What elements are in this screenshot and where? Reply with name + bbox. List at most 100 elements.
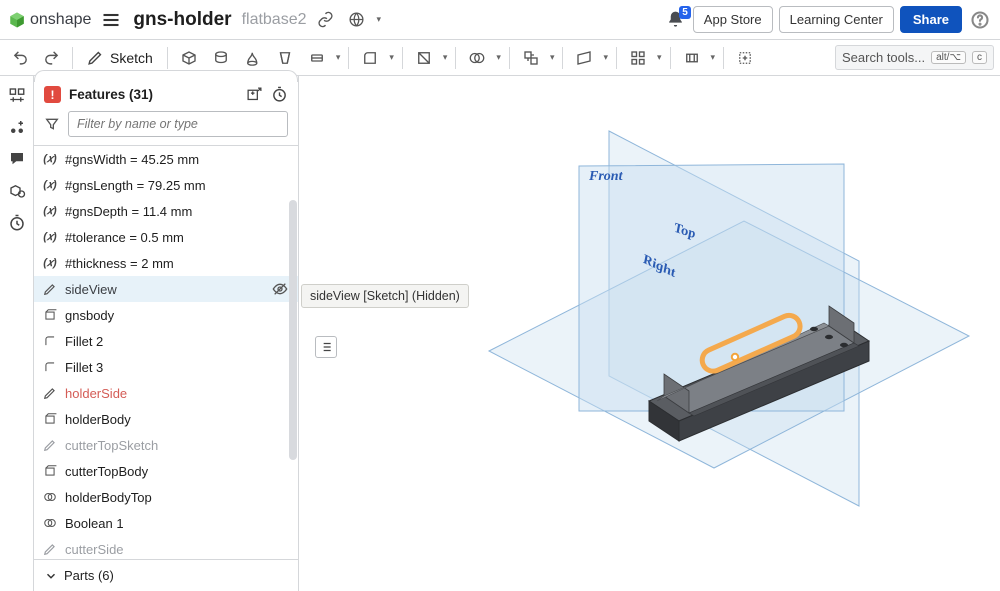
revolve-icon[interactable]: [206, 45, 236, 71]
feature-label: cutterTopBody: [65, 464, 290, 479]
fillet-icon: [42, 334, 58, 348]
feature-row[interactable]: (𝑥)#gnsLength = 79.25 mm: [34, 172, 298, 198]
rail-insert-icon[interactable]: [8, 118, 26, 136]
feature-tooltip: sideView [Sketch] (Hidden): [301, 284, 469, 308]
extrude-icon: [42, 308, 58, 322]
variable-icon: (𝑥): [42, 205, 58, 218]
fillet-icon[interactable]: [355, 45, 385, 71]
sketch-icon: [42, 386, 58, 400]
feature-label: sideView: [65, 282, 265, 297]
chevron-down-icon[interactable]: ▾: [655, 50, 664, 65]
extrude-icon[interactable]: [174, 45, 204, 71]
filter-icon[interactable]: [44, 116, 60, 132]
feature-row[interactable]: (𝑥)#gnsDepth = 11.4 mm: [34, 198, 298, 224]
selection-icon[interactable]: [730, 45, 760, 71]
feature-label: cutterTopSketch: [65, 438, 290, 453]
parts-label: Parts (6): [64, 568, 114, 583]
boolean-icon[interactable]: [462, 45, 492, 71]
chevron-down-icon[interactable]: ▾: [375, 12, 384, 27]
chevron-down-icon[interactable]: ▾: [387, 50, 396, 65]
sketch-icon: [42, 542, 58, 556]
feature-row[interactable]: Fillet 2: [34, 328, 298, 354]
add-feature-icon[interactable]: [246, 86, 263, 103]
loft-icon[interactable]: [270, 45, 300, 71]
sketch-button[interactable]: Sketch: [79, 46, 161, 69]
filter-row: [34, 111, 298, 145]
search-placeholder: Search tools...: [842, 50, 925, 65]
chevron-down-icon[interactable]: ▾: [441, 50, 450, 65]
feature-label: holderSide: [65, 386, 290, 401]
feature-row[interactable]: gnsbody: [34, 302, 298, 328]
thicken-icon[interactable]: [302, 45, 332, 71]
rollback-icon[interactable]: [271, 86, 288, 103]
feature-list: (𝑥)#gnsWidth = 45.25 mm(𝑥)#gnsLength = 7…: [34, 145, 298, 559]
globe-icon[interactable]: [344, 7, 369, 32]
scene-3d: [299, 76, 1000, 591]
chevron-down-icon[interactable]: ▾: [601, 50, 610, 65]
feature-row[interactable]: cutterTopSketch: [34, 432, 298, 458]
top-bar: onshape gns-holder flatbase2 ▾ 5 App Sto…: [0, 0, 1000, 40]
feature-label: #gnsWidth = 45.25 mm: [65, 152, 290, 167]
chevron-down-icon: [44, 569, 58, 583]
feature-row[interactable]: (𝑥) #tolerance = 0.5 mm: [34, 224, 298, 250]
feature-label: #gnsLength = 79.25 mm: [65, 178, 290, 193]
3d-canvas[interactable]: sideView [Sketch] (Hidden): [299, 76, 1000, 591]
sketch-icon: [42, 438, 58, 452]
feature-row[interactable]: Fillet 3: [34, 354, 298, 380]
feature-label: Boolean 1: [65, 516, 290, 531]
plane-label-front: Front: [589, 169, 622, 185]
chevron-down-icon[interactable]: ▾: [334, 50, 343, 65]
feature-row[interactable]: holderBodyTop: [34, 484, 298, 510]
feature-row[interactable]: holderBody: [34, 406, 298, 432]
feature-row[interactable]: sideView: [34, 276, 298, 302]
app-name: onshape: [30, 11, 91, 29]
feature-label: holderBodyTop: [65, 490, 290, 505]
sheetmetal-icon[interactable]: [677, 45, 707, 71]
menu-icon[interactable]: [101, 10, 121, 30]
redo-button[interactable]: [37, 45, 66, 70]
feature-label: Fillet 2: [65, 334, 290, 349]
plane-icon[interactable]: [569, 45, 599, 71]
rail-config-icon[interactable]: [8, 86, 26, 104]
rail-comment-icon[interactable]: [8, 150, 26, 168]
transform-icon[interactable]: [516, 45, 546, 71]
rail-assembly-icon[interactable]: [8, 182, 26, 200]
error-badge-icon[interactable]: !: [44, 86, 61, 103]
document-title[interactable]: gns-holder: [133, 9, 231, 31]
undo-button[interactable]: [6, 45, 35, 70]
filter-input[interactable]: [68, 111, 288, 137]
link-icon[interactable]: [313, 7, 338, 32]
left-rail: [0, 76, 34, 591]
app-logo[interactable]: onshape: [8, 11, 91, 29]
branch-name[interactable]: flatbase2: [242, 11, 307, 29]
chevron-down-icon[interactable]: ▾: [709, 50, 718, 65]
features-header: ! Features (31): [34, 76, 298, 111]
feature-label: #tolerance = 0.5 mm: [65, 230, 290, 245]
notifications-button[interactable]: 5: [664, 8, 687, 31]
search-tools-input[interactable]: Search tools... alt/⌥ c: [835, 45, 994, 70]
chevron-down-icon[interactable]: ▾: [494, 50, 503, 65]
chevron-down-icon[interactable]: ▾: [548, 50, 557, 65]
feature-row[interactable]: cutterSide: [34, 536, 298, 559]
hidden-icon[interactable]: [272, 281, 288, 297]
feature-row[interactable]: cutterTopBody: [34, 458, 298, 484]
sweep-icon[interactable]: [238, 45, 268, 71]
scrollbar[interactable]: [288, 146, 298, 559]
feature-row[interactable]: (𝑥)#gnsWidth = 45.25 mm: [34, 146, 298, 172]
fillet-icon: [42, 360, 58, 374]
help-icon[interactable]: [968, 8, 992, 32]
extrude-icon: [42, 464, 58, 478]
rail-timer-icon[interactable]: [8, 214, 26, 232]
learning-center-button[interactable]: Learning Center: [779, 6, 894, 33]
pattern-icon[interactable]: [623, 45, 653, 71]
feature-row[interactable]: Boolean 1: [34, 510, 298, 536]
share-button[interactable]: Share: [900, 6, 962, 33]
app-store-button[interactable]: App Store: [693, 6, 773, 33]
parts-section[interactable]: Parts (6): [34, 559, 298, 591]
feature-row[interactable]: holderSide: [34, 380, 298, 406]
sketch-icon: [42, 282, 58, 296]
variable-icon: (𝑥): [42, 257, 58, 270]
variable-icon: (𝑥): [42, 231, 58, 244]
feature-row[interactable]: (𝑥)#thickness = 2 mm: [34, 250, 298, 276]
draft-icon[interactable]: [409, 45, 439, 71]
